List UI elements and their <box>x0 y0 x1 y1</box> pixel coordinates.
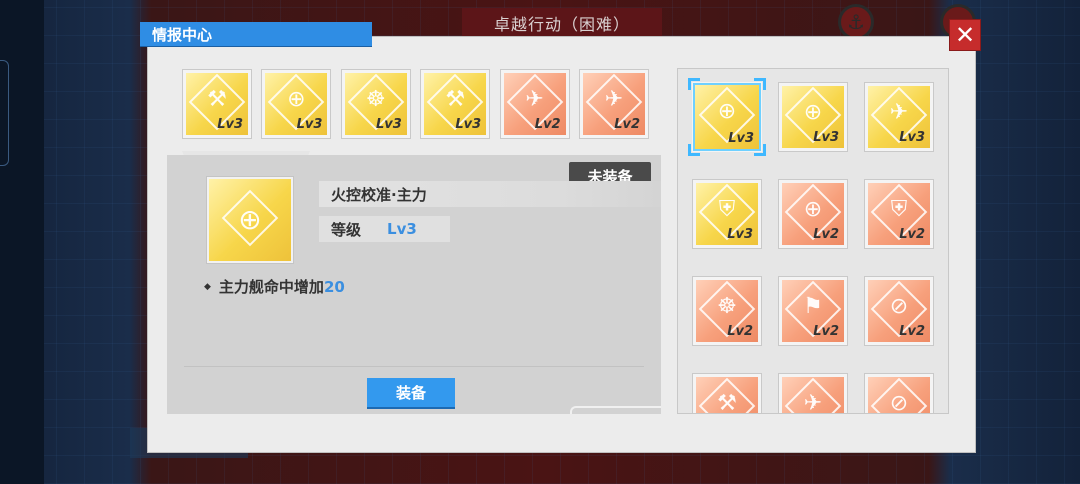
top-tile[interactable]: ⊕ Lv3 <box>261 69 332 139</box>
tile-level: Lv2 <box>813 324 839 339</box>
plane-icon: ✈ <box>782 377 844 413</box>
grid-tile[interactable]: ⊘ Lv2 <box>864 276 934 346</box>
tile-level: Lv3 <box>217 117 243 132</box>
tile-level: Lv3 <box>813 130 839 145</box>
plane-up-icon: ✈ Lv2 <box>583 73 645 135</box>
item-name-text: 火控校准·主力 <box>331 185 427 204</box>
grid-tile[interactable]: ⚒ <box>692 373 762 413</box>
level-value: Lv3 <box>387 220 417 238</box>
tile-level: Lv3 <box>296 117 323 132</box>
grid-tile[interactable]: ✈ <box>778 373 848 413</box>
crosshair-icon: ⊕ Lv3 <box>695 85 759 149</box>
grid-tile[interactable]: ⊘ <box>864 373 934 413</box>
torpedo-icon: ⊘ <box>868 377 930 413</box>
grid-tile[interactable]: ⛨ Lv2 <box>864 179 934 249</box>
tile-level: Lv2 <box>899 324 925 339</box>
effect-value: 20 <box>323 277 345 296</box>
dialog-title: 情报中心 <box>140 22 372 46</box>
shield-icon: ⛨ Lv2 <box>868 183 930 245</box>
anchor-icon: ⚓ <box>838 4 874 40</box>
bullet-icon: ◆ <box>204 281 211 292</box>
tile-level: Lv2 <box>899 227 925 242</box>
torpedo-icon: ⊘ Lv2 <box>868 280 930 342</box>
tile-level: Lv2 <box>727 324 753 339</box>
close-button[interactable]: ✕ <box>949 19 981 51</box>
effect-text: 主力舰命中增加 <box>218 278 324 296</box>
shells-icon: ⚑ Lv2 <box>782 280 844 342</box>
tile-level: Lv3 <box>899 130 925 145</box>
left-edge-panel <box>0 0 44 484</box>
top-tile[interactable]: ⚒ Lv3 <box>420 69 491 139</box>
gun-target-icon: ⊕ Lv2 <box>782 183 844 245</box>
plane-icon: ✈ Lv2 <box>503 73 566 135</box>
helm-wheel-icon: ☸ Lv3 <box>344 73 407 135</box>
tile-level: Lv3 <box>727 227 753 242</box>
corner-decoration <box>570 406 661 414</box>
top-tile[interactable]: ⚒ Lv3 <box>182 69 252 139</box>
top-tile[interactable]: ✈ Lv2 <box>579 69 649 139</box>
grid-tile[interactable]: ⊕ Lv3 <box>778 82 848 152</box>
tile-level: Lv2 <box>614 117 640 132</box>
item-grid-panel[interactable]: ⊕ Lv3 ⊕ Lv3 ✈ Lv3 ⛨ Lv3 ⊕ Lv2 ⛨ Lv2 ☸ Lv2 ⚑ Lv2 ⊘ Lv2 ⚒ ✈ ⊘ <box>677 68 949 414</box>
selection-corner <box>754 144 766 156</box>
top-tile[interactable]: ✈ Lv2 <box>499 69 570 139</box>
cannon-icon: ⚒ Lv3 <box>424 73 487 135</box>
stage-banner: 卓越行动（困难） <box>462 8 662 38</box>
crosshair-up-icon: ⊕ <box>209 179 291 261</box>
grid-tile[interactable]: ✈ Lv3 <box>864 82 934 152</box>
plane-icon: ✈ Lv3 <box>868 86 930 148</box>
gun-target-icon: ⊕ Lv3 <box>782 86 844 148</box>
selection-corner <box>754 78 766 90</box>
tile-level: Lv3 <box>375 117 402 132</box>
grid-tile[interactable]: ⛨ Lv3 <box>692 179 762 249</box>
divider <box>184 366 644 367</box>
item-level: 等级 Lv3 <box>319 216 450 242</box>
level-label: 等级 <box>331 220 362 239</box>
cannon-icon: ⚒ Lv3 <box>186 73 248 135</box>
grid-tile[interactable]: ⚑ Lv2 <box>778 276 848 346</box>
selection-corner <box>688 78 700 90</box>
grid-tile[interactable]: ⊕ Lv2 <box>778 179 848 249</box>
tile-level: Lv2 <box>534 117 561 132</box>
tile-level: Lv3 <box>455 117 482 132</box>
shield-icon: ⛨ Lv3 <box>696 183 758 245</box>
grid-tile[interactable]: ☸ Lv2 <box>692 276 762 346</box>
effect-line: ◆ 主力舰命中增加 20 <box>204 276 345 297</box>
tile-level: Lv3 <box>728 131 754 146</box>
equip-button[interactable]: 装备 <box>367 378 455 407</box>
item-name: 火控校准·主力 <box>319 181 661 207</box>
selection-corner <box>688 144 700 156</box>
grid-tile[interactable]: ⊕ Lv3 <box>688 78 766 156</box>
helm-wheel-icon: ☸ Lv2 <box>696 280 758 342</box>
tile-level: Lv2 <box>813 227 839 242</box>
gun-target-icon: ⊕ Lv3 <box>265 73 328 135</box>
cannon-icon: ⚒ <box>696 377 758 413</box>
detail-icon-frame: ⊕ <box>206 176 294 264</box>
top-tile[interactable]: ☸ Lv3 <box>340 69 411 139</box>
